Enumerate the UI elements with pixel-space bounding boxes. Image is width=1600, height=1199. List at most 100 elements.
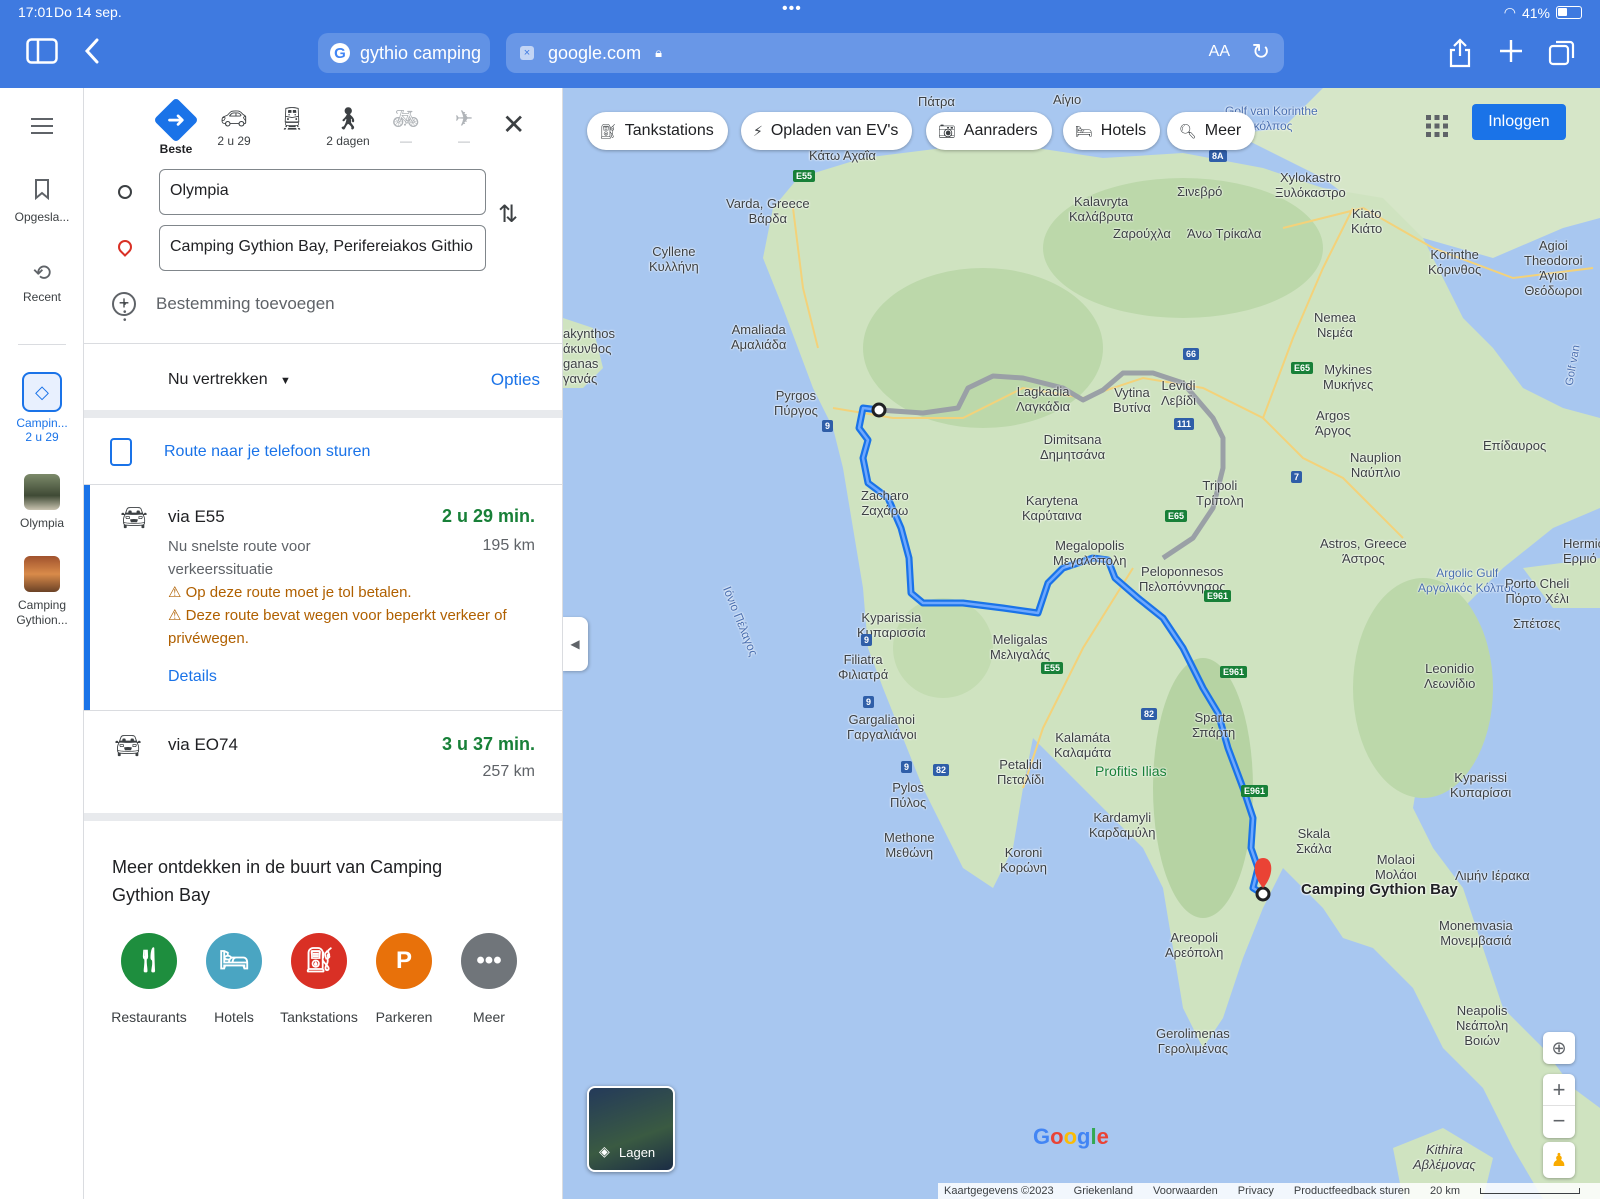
place-hermioni[interactable]: HermioΕρμιό <box>1563 536 1600 566</box>
sidebar-toggle-icon[interactable] <box>26 38 58 70</box>
place-vytina[interactable]: Vytina Βυτίνα <box>1113 385 1151 415</box>
place-epidavros[interactable]: Επίδαυρος <box>1483 438 1546 453</box>
recent-button[interactable]: ⟲ Recent <box>0 260 84 304</box>
menu-button[interactable] <box>0 118 84 137</box>
place-kardamyli[interactable]: Kardamyli Καρδαμύλη <box>1089 810 1156 840</box>
terms-link[interactable]: Voorwaarden <box>1153 1185 1218 1197</box>
place-agioi-theodoroi[interactable]: Agioi Theodoroi Άγιοι Θεόδωροι <box>1524 238 1583 298</box>
destination-map-label[interactable]: Camping Gythion Bay <box>1301 881 1458 898</box>
multitask-dots-icon[interactable]: ••• <box>782 0 802 18</box>
place-mykines[interactable]: Mykines Μυκήνες <box>1323 362 1373 392</box>
place-nafplio[interactable]: Nauplion Ναύπλιο <box>1350 450 1401 480</box>
place-kyparissi[interactable]: Kyparissi Κυπαρίσσι <box>1450 770 1511 800</box>
map-canvas[interactable]: Pyrgos Πύργος Zacharo Ζαχάρω Kyparissia Κυπ… <box>563 88 1600 1199</box>
place-neapolis[interactable]: Neapolis Νεάπολη Βοιών <box>1456 1003 1508 1048</box>
place-aigio[interactable]: Αίγιο <box>1053 92 1081 107</box>
mode-transit[interactable]: 🚆︎ <box>262 104 322 134</box>
place-methone[interactable]: Methone Μεθώνη <box>884 830 935 860</box>
place-lagkadia[interactable]: Lagkadia Λαγκάδια <box>1016 384 1070 414</box>
mode-flight[interactable]: ✈︎ — <box>434 104 494 148</box>
feedback-link[interactable]: Productfeedback sturen <box>1294 1185 1410 1197</box>
add-destination-button[interactable]: + Bestemming toevoegen <box>112 292 335 316</box>
rail-item-current-route[interactable]: ◇ Campin... 2 u 29 <box>0 372 84 444</box>
tabs-overview-icon[interactable] <box>1548 38 1576 72</box>
place-filiatra[interactable]: Filiatra Φιλιατρά <box>838 652 888 682</box>
chip-gas-stations[interactable]: ⛽︎ Tankstations <box>587 112 728 150</box>
depart-time-dropdown[interactable]: Nu vertrekken ▼ <box>168 371 291 389</box>
place-nemea[interactable]: Nemea Νεμέα <box>1314 310 1356 340</box>
place-kalamata[interactable]: Kalamáta Καλαμάτα <box>1054 730 1111 760</box>
place-zakynthos[interactable]: akynthos άκυνθος ganas γανάς <box>563 326 615 386</box>
category-hotels[interactable]: 🛏︎ Hotels <box>191 933 277 1025</box>
place-kiato[interactable]: Kiato Κιάτο <box>1351 206 1382 236</box>
rail-item-camping[interactable]: Camping Gythion... <box>0 556 84 628</box>
my-location-button[interactable]: ⊕ <box>1543 1032 1575 1064</box>
route-details-link[interactable]: Details <box>168 668 217 686</box>
place-zacharo[interactable]: Zacharo Ζαχάρω <box>861 488 909 518</box>
send-to-phone-button[interactable]: Route naar je telefoon sturen <box>110 438 370 466</box>
zoom-in-button[interactable]: + <box>1543 1074 1575 1106</box>
place-porto-cheli[interactable]: Porto Cheli Πόρτο Χέλι <box>1505 576 1569 606</box>
scale-label[interactable]: 20 km <box>1430 1185 1460 1197</box>
mode-walk[interactable]: 🚶︎ 2 dagen <box>318 104 378 148</box>
place-megalopolis[interactable]: Megalopolis Μεγαλόπολη <box>1053 538 1127 568</box>
chip-hotels[interactable]: 🛏︎ Hotels <box>1063 112 1161 150</box>
street-view-pegman-icon[interactable]: ♟ <box>1543 1142 1575 1178</box>
share-icon[interactable] <box>1448 38 1472 74</box>
mode-bike[interactable]: 🚲︎ — <box>376 104 436 148</box>
place-sparta[interactable]: Sparta Σπάρτη <box>1192 710 1235 740</box>
mode-best[interactable]: ➜ Beste <box>146 97 206 156</box>
place-karytena[interactable]: Karytena Καρύταινα <box>1022 493 1082 523</box>
category-parking[interactable]: P Parkeren <box>361 933 447 1025</box>
place-molaoi[interactable]: Molaoi Μολάοι <box>1375 852 1417 882</box>
place-ano-trikala[interactable]: Άνω Τρίκαλα <box>1187 226 1261 241</box>
place-sinevro[interactable]: Σινεβρό <box>1177 184 1222 199</box>
saved-button[interactable]: Opgesla... <box>0 178 84 224</box>
options-button[interactable]: Opties <box>491 370 540 390</box>
place-patra[interactable]: Πάτρα <box>918 94 955 109</box>
privacy-link[interactable]: Privacy <box>1238 1185 1274 1197</box>
category-more[interactable]: ••• Meer <box>446 933 532 1025</box>
new-tab-icon[interactable] <box>1498 38 1524 70</box>
place-monemvasia[interactable]: Monemvasia Μονεμβασιά <box>1439 918 1513 948</box>
place-gargalianoi[interactable]: Gargalianoi Γαργαλιάνοι <box>847 712 917 742</box>
place-pylos[interactable]: Pylos Πύλος <box>890 780 926 810</box>
place-zarouchla[interactable]: Ζαρούχλα <box>1113 226 1171 241</box>
origin-input[interactable]: Olympia <box>159 169 486 215</box>
back-icon[interactable] <box>84 38 100 70</box>
place-cyllene[interactable]: Cyllene Κυλλήνη <box>649 244 699 274</box>
place-amaliada[interactable]: Amaliada Αμαλιάδα <box>731 322 786 352</box>
place-meligalas[interactable]: Meligalas Μελιγαλάς <box>990 632 1050 662</box>
collapse-panel-button[interactable]: ◀ <box>563 617 588 671</box>
chip-ev-charging[interactable]: ⚡︎ Opladen van EV's <box>741 112 913 150</box>
place-limin-ieraka[interactable]: Λιμήν Ιέρακα <box>1455 868 1530 883</box>
rail-item-olympia[interactable]: Olympia <box>0 474 84 530</box>
category-gas-stations[interactable]: ⛽︎ Tankstations <box>276 933 362 1025</box>
tab-group-pill[interactable]: G gythio camping <box>318 33 490 73</box>
place-koroni[interactable]: Koroni Κορώνη <box>1000 845 1047 875</box>
chip-recommended[interactable]: 📷︎ Aanraders <box>926 112 1052 150</box>
place-petalidi[interactable]: Petalidi Πεταλίδι <box>997 757 1044 787</box>
place-skala[interactable]: Skala Σκάλα <box>1296 826 1332 856</box>
swap-direction-icon[interactable]: ⇅ <box>498 200 518 229</box>
address-bar[interactable]: × google.com 🔒︎ AA ↻ <box>506 33 1284 73</box>
layers-button[interactable]: ◈ Lagen <box>587 1086 675 1172</box>
place-kalavryta[interactable]: Kalavryta Καλάβρυτα <box>1069 194 1133 224</box>
login-button[interactable]: Inloggen <box>1472 104 1566 140</box>
place-tripoli[interactable]: Tripoli Τρίπολη <box>1196 478 1244 508</box>
route-option-selected[interactable]: 🚘︎ via E55 2 u 29 min. Nu snelste route … <box>84 485 562 710</box>
place-xylokastro[interactable]: Xylokastro Ξυλόκαστρο <box>1275 170 1346 200</box>
place-gerolimenas[interactable]: Gerolimenas Γερολιμένας <box>1156 1026 1230 1056</box>
close-directions-icon[interactable]: ✕ <box>502 108 525 141</box>
reload-icon[interactable]: ↻ <box>1252 39 1270 65</box>
place-dimitsana[interactable]: Dimitsana Δημητσάνα <box>1040 432 1105 462</box>
zoom-out-button[interactable]: − <box>1543 1106 1575 1138</box>
destination-input[interactable]: Camping Gythion Bay, Perifereiakos Githi… <box>159 225 486 271</box>
route-option-alt[interactable]: 🚘︎ via EO74 3 u 37 min. 257 km <box>84 711 562 811</box>
text-size-button[interactable]: AA <box>1209 43 1230 61</box>
place-kato-achaia[interactable]: Κάτω Αχαΐα <box>809 148 876 163</box>
place-spetses[interactable]: Σπέτσες <box>1513 616 1560 631</box>
place-varda[interactable]: Varda, Greece Βάρδα <box>726 196 810 226</box>
place-profitis-ilias[interactable]: Profitis Ilias <box>1095 764 1167 779</box>
category-restaurants[interactable]: 🍴︎ Restaurants <box>106 933 192 1025</box>
